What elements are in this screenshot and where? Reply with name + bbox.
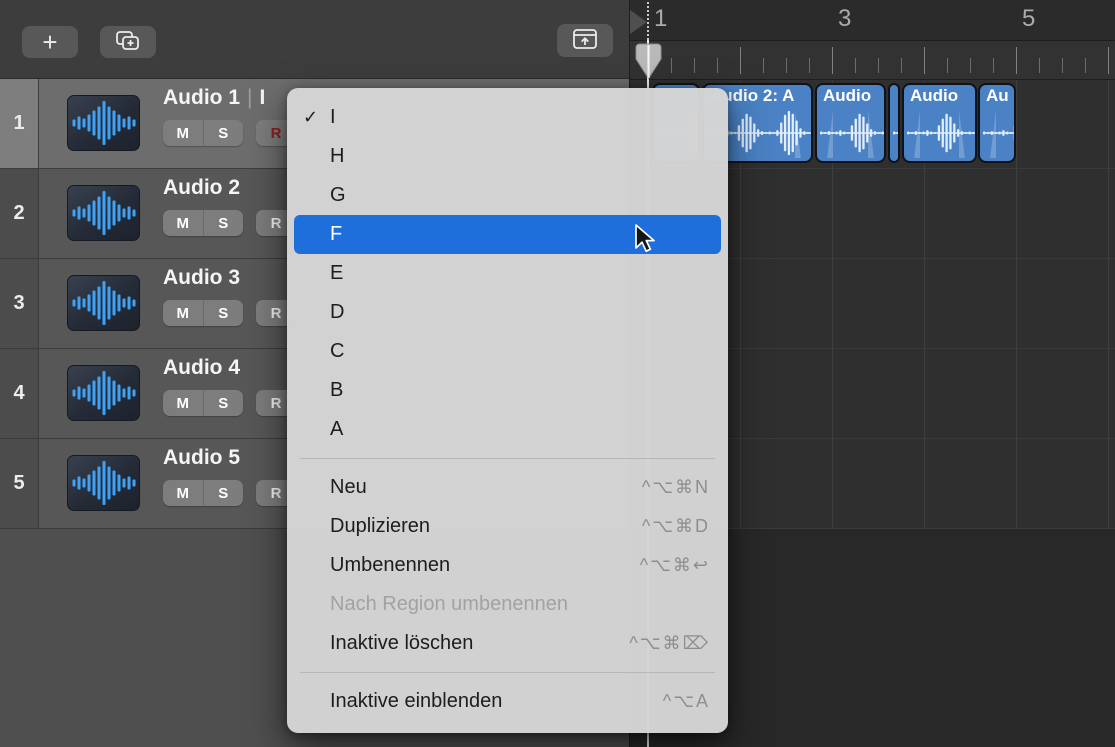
track-name-divider: | xyxy=(247,86,252,109)
bar-number: 1 xyxy=(654,5,667,33)
track-name[interactable]: Audio 1 xyxy=(163,86,240,109)
mute-button[interactable]: M xyxy=(163,390,204,416)
menu-item-rename-by-region: Nach Region umbenennen xyxy=(287,585,728,624)
menu-item-take[interactable]: D xyxy=(287,293,728,332)
track-icon[interactable] xyxy=(67,95,140,151)
ruler-bar-tick xyxy=(740,47,741,74)
waveform-thumbnail-icon xyxy=(71,279,137,327)
audio-region[interactable] xyxy=(888,83,900,163)
menu-item-take[interactable]: C xyxy=(287,332,728,371)
duplicate-track-icon xyxy=(114,29,142,56)
solo-button[interactable]: S xyxy=(204,300,244,326)
region-waveform xyxy=(983,108,1016,158)
track-number: 3 xyxy=(0,259,39,348)
mute-button[interactable]: M xyxy=(163,480,204,506)
track-number: 2 xyxy=(0,169,39,258)
solo-button[interactable]: S xyxy=(204,120,244,146)
ruler-bar-tick xyxy=(924,47,925,74)
menu-separator xyxy=(300,458,715,459)
shortcut-label: ^⌥A xyxy=(663,691,710,712)
grid-line xyxy=(1108,80,1109,529)
track-icon[interactable] xyxy=(67,365,140,421)
mute-solo-group: M S xyxy=(163,120,243,146)
waveform-thumbnail-icon xyxy=(71,189,137,237)
mute-solo-group: M S xyxy=(163,300,243,326)
region-waveform xyxy=(893,108,900,158)
menu-item-take[interactable]: ✓ I xyxy=(287,98,728,137)
track-number: 5 xyxy=(0,439,39,528)
checkmark-icon: ✓ xyxy=(303,107,330,128)
bar-ruler[interactable]: 1 3 5 xyxy=(630,0,1115,41)
take-folder-context-menu: ✓ I H G F E D C B A Neu^⌥⌘N Duplizieren^… xyxy=(287,88,728,733)
waveform-thumbnail-icon xyxy=(71,459,137,507)
mute-button[interactable]: M xyxy=(163,300,204,326)
ruler-beat-ticks xyxy=(648,58,1115,73)
track-name[interactable]: Audio 5 xyxy=(163,446,240,469)
duplicate-track-button[interactable] xyxy=(100,26,156,58)
library-up-arrow-icon xyxy=(571,27,599,54)
menu-item-take[interactable]: H xyxy=(287,137,728,176)
logic-pro-tracks-area: + xyxy=(0,0,1115,747)
shortcut-label: ^⌥⌘↩ xyxy=(640,555,710,576)
region-name: Audio xyxy=(817,85,884,106)
playhead-dotted-line xyxy=(647,2,649,40)
shortcut-label: ^⌥⌘⌦ xyxy=(629,633,710,654)
mute-button[interactable]: M xyxy=(163,120,204,146)
playhead-handle[interactable] xyxy=(635,43,662,85)
region-name: Au xyxy=(980,85,1014,106)
ruler-bar-tick xyxy=(1108,47,1109,74)
mouse-cursor xyxy=(634,224,658,259)
ruler-corner-arrow-icon xyxy=(630,10,647,34)
ruler-tick-row[interactable] xyxy=(630,41,1115,80)
mute-solo-group: M S xyxy=(163,390,243,416)
menu-item-new[interactable]: Neu^⌥⌘N xyxy=(287,468,728,507)
audio-region[interactable]: Audio xyxy=(815,83,886,163)
menu-item-duplicate[interactable]: Duplizieren^⌥⌘D xyxy=(287,507,728,546)
menu-item-take[interactable]: E xyxy=(287,254,728,293)
track-take-label[interactable]: I xyxy=(259,86,265,109)
ruler-bar-tick xyxy=(832,47,833,74)
track-icon[interactable] xyxy=(67,185,140,241)
track-number: 4 xyxy=(0,349,39,438)
add-track-button[interactable]: + xyxy=(22,26,78,58)
solo-button[interactable]: S xyxy=(204,390,244,416)
track-name[interactable]: Audio 2 xyxy=(163,176,240,199)
shortcut-label: ^⌥⌘D xyxy=(642,516,710,537)
solo-button[interactable]: S xyxy=(204,480,244,506)
audio-region[interactable]: Audio xyxy=(902,83,977,163)
menu-item-show-inactive[interactable]: Inaktive einblenden^⌥A xyxy=(287,682,728,721)
solo-button[interactable]: S xyxy=(204,210,244,236)
shortcut-label: ^⌥⌘N xyxy=(642,477,710,498)
bar-number: 3 xyxy=(838,5,851,33)
grid-line xyxy=(1016,80,1017,529)
audio-region[interactable]: Au xyxy=(978,83,1016,163)
menu-separator xyxy=(300,672,715,673)
region-name: Audio xyxy=(904,85,975,106)
hide-library-button[interactable] xyxy=(557,24,613,57)
menu-item-delete-inactive[interactable]: Inaktive löschen^⌥⌘⌦ xyxy=(287,624,728,663)
track-name[interactable]: Audio 4 xyxy=(163,356,240,379)
menu-item-take[interactable]: B xyxy=(287,371,728,410)
mute-button[interactable]: M xyxy=(163,210,204,236)
track-header-toolbar: + xyxy=(0,0,629,79)
bar-number: 5 xyxy=(1022,5,1035,33)
ruler-bar-tick xyxy=(1016,47,1017,74)
mute-solo-group: M S xyxy=(163,480,243,506)
region-name xyxy=(654,85,698,86)
menu-item-rename[interactable]: Umbenennen^⌥⌘↩ xyxy=(287,546,728,585)
waveform-thumbnail-icon xyxy=(71,369,137,417)
track-icon[interactable] xyxy=(67,455,140,511)
waveform-thumbnail-icon xyxy=(71,99,137,147)
track-name[interactable]: Audio 3 xyxy=(163,266,240,289)
menu-item-take[interactable]: G xyxy=(287,176,728,215)
track-number: 1 xyxy=(0,79,39,168)
menu-item-take[interactable]: A xyxy=(287,410,728,449)
mute-solo-group: M S xyxy=(163,210,243,236)
track-icon[interactable] xyxy=(67,275,140,331)
